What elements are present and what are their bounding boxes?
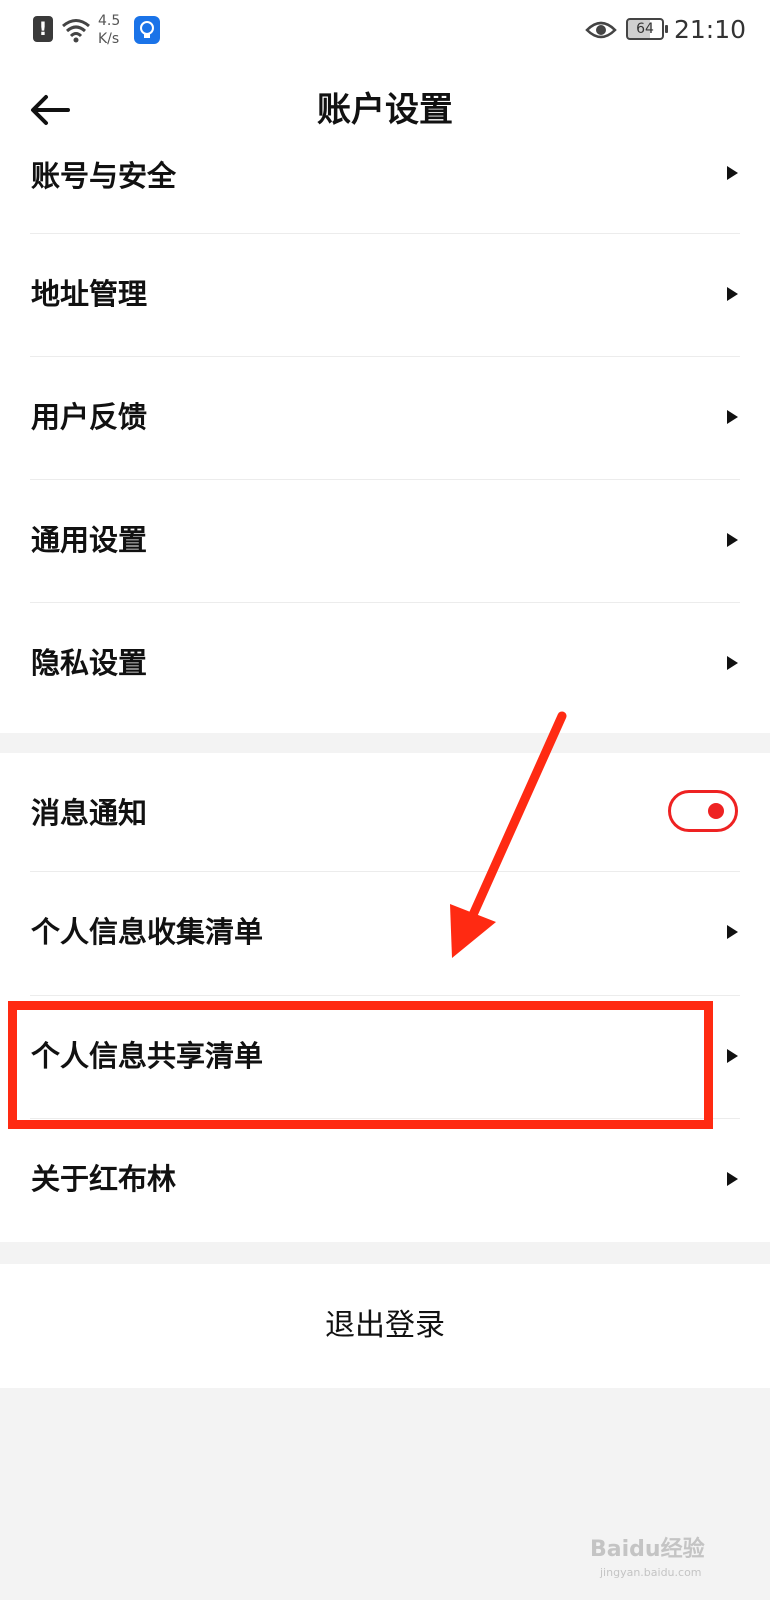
list-item-label: 个人信息收集清单 (31, 915, 264, 949)
chevron-right-icon (727, 166, 738, 180)
chevron-right-icon (727, 533, 738, 547)
annotation-arrow-icon (450, 711, 567, 958)
settings-group-secondary: 消息通知 个人信息收集清单 个人信息共享清单 关于红布林 (0, 753, 770, 1242)
clock-time: 21:10 (674, 15, 747, 44)
battery-icon: 64 (626, 18, 668, 40)
network-speed-unit: K/s (98, 31, 120, 47)
chevron-right-icon (727, 656, 738, 670)
list-item-message-notification: 消息通知 (0, 753, 770, 871)
network-speed: 4.5 K/s (98, 12, 132, 48)
watermark-text: Baidu经验 (590, 1537, 705, 1562)
logout-button[interactable]: 退出登录 (0, 1264, 770, 1388)
list-item-label: 消息通知 (31, 796, 148, 830)
list-item-label: 用户反馈 (31, 400, 148, 434)
annotation-highlight-box (8, 1001, 713, 1129)
watermark-sub: jingyan.baidu.com (600, 1566, 702, 1579)
list-item-address-management[interactable]: 地址管理 (0, 234, 770, 357)
wifi-icon (62, 19, 90, 43)
list-item-label: 通用设置 (31, 523, 148, 557)
eye-icon (585, 21, 617, 39)
list-item-general-settings[interactable]: 通用设置 (0, 480, 770, 603)
page-title: 账户设置 (317, 90, 453, 130)
list-item-privacy-settings[interactable]: 隐私设置 (0, 603, 770, 733)
network-speed-value: 4.5 (98, 13, 121, 29)
chevron-right-icon (727, 1049, 738, 1063)
notification-toggle[interactable] (668, 790, 738, 832)
status-bar: ! 4.5 K/s 64 21:10 (0, 0, 770, 62)
list-item-account-security[interactable]: 账号与安全 (0, 158, 770, 233)
chevron-right-icon (727, 925, 738, 939)
list-item-label: 账号与安全 (31, 159, 177, 193)
watermark: Baidu经验 jingyan.baidu.com (590, 1518, 760, 1580)
list-item-about[interactable]: 关于红布林 (0, 1119, 770, 1242)
list-item-user-feedback[interactable]: 用户反馈 (0, 357, 770, 480)
list-item-label: 地址管理 (31, 277, 148, 311)
alert-icon: ! (33, 16, 53, 42)
lightbulb-app-icon (134, 16, 160, 44)
chevron-right-icon (727, 1172, 738, 1186)
toggle-knob (708, 803, 724, 819)
chevron-right-icon (727, 410, 738, 424)
list-item-label: 隐私设置 (31, 646, 148, 680)
logout-label: 退出登录 (325, 1308, 445, 1343)
app-header: 账户设置 (0, 62, 770, 158)
chevron-right-icon (727, 287, 738, 301)
list-item-label: 关于红布林 (31, 1162, 177, 1196)
list-item-personal-info-collection[interactable]: 个人信息收集清单 (0, 872, 770, 995)
settings-group-primary: 账号与安全 地址管理 用户反馈 通用设置 隐私设置 (0, 158, 770, 733)
